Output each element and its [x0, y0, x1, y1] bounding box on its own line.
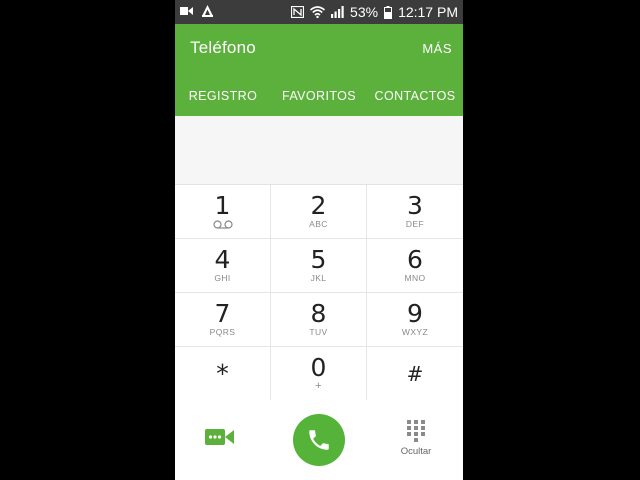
key-5[interactable]: 5 JKL: [271, 239, 367, 293]
video-call-icon: [205, 429, 235, 450]
status-bar: 53% 12:17 PM: [175, 0, 463, 24]
more-button[interactable]: MÁS: [422, 41, 452, 56]
key-digit: 0: [310, 353, 327, 382]
key-hash[interactable]: #: [367, 347, 463, 401]
key-digit: 6: [407, 245, 423, 274]
key-digit: 3: [407, 191, 423, 220]
key-digit: 2: [310, 191, 327, 220]
hide-keypad-button[interactable]: Ocultar: [391, 420, 441, 466]
key-8[interactable]: 8 TUV: [271, 293, 367, 347]
battery-percent: 53%: [350, 4, 379, 20]
number-display[interactable]: [175, 116, 463, 184]
tab-favoritos[interactable]: FAVORITOS: [271, 82, 367, 110]
app-bar: Teléfono MÁS REGISTRO FAVORITOS CONTACTO…: [175, 24, 463, 116]
phone-screen: 53% 12:17 PM Teléfono MÁS REGISTRO FAVOR…: [175, 0, 463, 480]
notification-a-icon: [202, 5, 213, 17]
dialpad-icon: [391, 420, 441, 442]
key-letters: PQRS: [209, 327, 236, 337]
key-digit: 9: [407, 299, 423, 328]
key-letters: ABC: [309, 219, 328, 229]
nfc-icon: [291, 6, 305, 18]
key-7[interactable]: 7 PQRS: [175, 293, 271, 347]
key-3[interactable]: 3 DEF: [367, 185, 463, 239]
call-button[interactable]: [293, 414, 345, 466]
hide-keypad-label: Ocultar: [400, 446, 432, 457]
key-9[interactable]: 9 WXYZ: [367, 293, 463, 347]
app-title: Teléfono: [190, 38, 256, 57]
key-0[interactable]: 0 +: [271, 347, 367, 401]
wifi-icon: [310, 6, 326, 18]
cell-signal-icon: [331, 6, 344, 18]
key-star[interactable]: *: [175, 347, 271, 401]
key-1[interactable]: 1: [175, 185, 271, 239]
key-letters: WXYZ: [401, 327, 429, 337]
tab-contactos[interactable]: CONTACTOS: [367, 82, 463, 110]
key-digit: 1: [214, 191, 231, 220]
voicemail-icon: [175, 220, 270, 229]
key-6[interactable]: 6 MNO: [367, 239, 463, 293]
key-digit: 5: [310, 245, 327, 274]
key-digit: 8: [310, 299, 327, 328]
key-digit: 7: [214, 299, 231, 328]
video-camera-icon: [180, 6, 193, 16]
key-digit: #: [406, 362, 424, 386]
video-call-button[interactable]: [205, 428, 239, 452]
key-letters: DEF: [405, 219, 425, 229]
key-letters: JKL: [310, 273, 327, 283]
key-letters: +: [315, 380, 322, 392]
key-2[interactable]: 2 ABC: [271, 185, 367, 239]
dialpad: 1 2 ABC 3 DEF 4 GHI 5 JKL 6 MNO 7 PQRS 8…: [175, 184, 463, 401]
key-4[interactable]: 4 GHI: [175, 239, 271, 293]
tab-bar: REGISTRO FAVORITOS CONTACTOS: [175, 82, 463, 110]
tab-registro[interactable]: REGISTRO: [175, 82, 271, 110]
battery-icon: [384, 5, 393, 19]
bottom-action-bar: Ocultar: [175, 400, 463, 480]
key-digit: 4: [214, 245, 231, 274]
key-digit: *: [216, 359, 229, 388]
key-letters: TUV: [309, 327, 328, 337]
clock: 12:17 PM: [398, 4, 458, 20]
key-letters: GHI: [214, 273, 231, 283]
key-letters: MNO: [404, 273, 426, 283]
